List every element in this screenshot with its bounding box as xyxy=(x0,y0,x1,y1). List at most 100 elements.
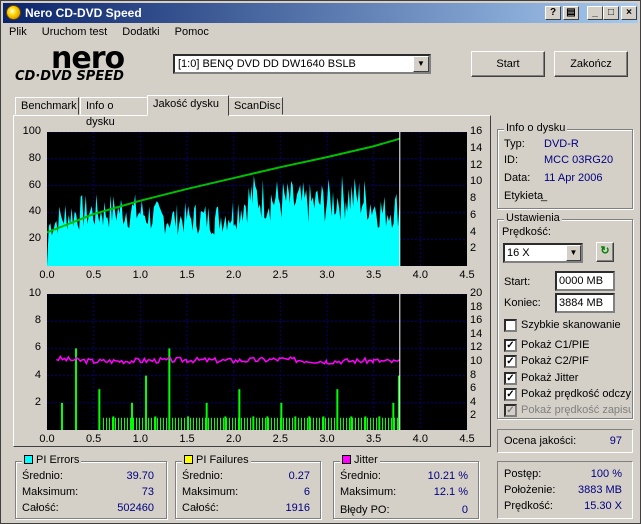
pi-failure-bar xyxy=(361,417,362,430)
minimize-button[interactable]: _ xyxy=(587,6,603,20)
dropdown-arrow-icon[interactable]: ▼ xyxy=(413,56,429,72)
pi-failure-bar xyxy=(355,417,356,430)
pi-failure-bar xyxy=(271,417,272,430)
pi-failure-bar xyxy=(322,417,323,430)
pi-failure-bar xyxy=(280,417,281,430)
quality-score-box: Ocena jakości: 97 xyxy=(497,429,633,453)
quick-scan-checkbox[interactable] xyxy=(504,319,517,332)
pi-failure-bar xyxy=(346,417,347,430)
pi-failure-bar xyxy=(250,417,251,430)
close-window-button[interactable]: × xyxy=(621,6,637,20)
show-c1-pie-checkbox[interactable]: ✓ xyxy=(504,339,517,352)
jitter-stats-header: Jitter xyxy=(340,454,380,466)
pi-failure-bar xyxy=(286,417,287,430)
pi-failure-bar xyxy=(367,417,368,430)
pi-failure-bar xyxy=(136,417,137,430)
speed-select[interactable]: 16 X ▼ xyxy=(503,243,583,263)
end-mb-input[interactable]: 3884 MB xyxy=(555,293,615,313)
nero-app-icon xyxy=(6,5,21,20)
pi-failures-stats-group: PI Failures Średnio: 0.27 Maksimum: 6 Ca… xyxy=(175,454,321,519)
disc-date-value: 11 Apr 2006 xyxy=(544,172,603,184)
nero-logo: nero CD·DVD SPEED xyxy=(13,41,163,85)
app-window: Nero CD-DVD Speed ? ▤ _ □ × Plik Uruchom… xyxy=(0,0,641,524)
pi-failure-bar xyxy=(238,417,239,430)
disc-label-value: _ xyxy=(541,190,548,202)
pi-failures-chart xyxy=(47,294,467,430)
pi-failure-bar xyxy=(178,417,179,430)
end-label: Koniec: xyxy=(504,297,541,309)
pi-failure-bar xyxy=(145,417,146,430)
pi-failure-bar xyxy=(310,417,311,430)
disc-type-value: DVD-R xyxy=(544,138,579,150)
tab-jakosc-dysku[interactable]: Jakość dysku xyxy=(147,95,229,116)
tab-scandisc[interactable]: ScanDisc xyxy=(228,97,283,115)
pi-failure-bar xyxy=(265,417,266,430)
x-tick-label: 3.0 xyxy=(319,433,335,445)
refresh-icon: ↻ xyxy=(600,245,610,257)
position-label: Położenie: xyxy=(504,484,556,496)
maximize-button[interactable]: □ xyxy=(603,6,619,20)
x-tick-label: 0.0 xyxy=(39,269,55,281)
menu-plik[interactable]: Plik xyxy=(3,24,33,40)
pi-errors-swatch xyxy=(24,455,33,464)
pi-failure-bar xyxy=(157,417,158,430)
x-tick-label: 4.0 xyxy=(412,269,428,281)
pi-failure-bar xyxy=(235,417,236,430)
pi-failure-bar xyxy=(385,417,386,430)
pi-failure-bar xyxy=(190,417,191,430)
y-left-tick-label: 20 xyxy=(28,232,41,245)
speed-dropdown-arrow-icon[interactable]: ▼ xyxy=(566,245,581,261)
pi-failure-bar xyxy=(253,417,254,430)
pi-failure-bar xyxy=(172,417,173,430)
show-c2-pif-checkbox[interactable]: ✓ xyxy=(504,355,517,368)
disc-label-label: Etykieta xyxy=(504,190,544,202)
pi-failure-bar xyxy=(316,417,317,430)
pi-failure-bar xyxy=(184,417,185,430)
y-left-tick-label: 2 xyxy=(34,395,41,408)
show-jitter-checkbox[interactable]: ✓ xyxy=(504,372,517,385)
start-button[interactable]: Start xyxy=(471,51,545,77)
pi-failure-bar xyxy=(199,417,200,430)
pi-failures-total-value: 1916 xyxy=(285,502,310,514)
pi-errors-stats-header: PI Errors xyxy=(22,454,82,466)
pi-failure-bar xyxy=(343,417,344,430)
pi-failure-bar xyxy=(75,348,77,430)
pi-failure-bar xyxy=(352,417,353,430)
y-right-tick-label: 18 xyxy=(470,300,483,313)
jitter-title: Jitter xyxy=(354,454,378,466)
pi-failure-bar xyxy=(301,417,302,430)
drive-select[interactable]: [1:0] BENQ DVD DD DW1640 BSLB ▼ xyxy=(173,54,431,74)
disc-id-value: MCC 03RG20 xyxy=(544,154,614,166)
pi-failure-bar xyxy=(148,417,149,430)
pi-errors-chart xyxy=(47,132,467,266)
disc-info-group: Info o dysku Typ: DVD-R ID: MCC 03RG20 D… xyxy=(497,122,633,209)
tab-info-o-dysku[interactable]: Info o dysku xyxy=(80,97,148,128)
pi-failure-bar xyxy=(328,417,329,430)
y-right-tick-label: 6 xyxy=(470,208,477,221)
refresh-speed-button[interactable]: ↻ xyxy=(596,242,614,262)
pi-failure-bar xyxy=(292,417,293,430)
show-read-speed-checkbox[interactable]: ✓ xyxy=(504,388,517,401)
y-right-tick-label: 6 xyxy=(470,382,477,395)
close-button[interactable]: Zakończ xyxy=(554,51,628,77)
tab-benchmark[interactable]: Benchmark xyxy=(15,97,79,115)
pi-failure-bar xyxy=(382,417,383,430)
x-tick-label: 3.5 xyxy=(366,269,382,281)
menu-uruchom-test[interactable]: Uruchom test xyxy=(36,24,113,40)
start-mb-input[interactable]: 0000 MB xyxy=(555,271,615,291)
pi-failure-bar xyxy=(139,417,140,430)
pi-failure-bar xyxy=(118,417,119,430)
pi-failure-bar xyxy=(106,417,107,430)
pi-failure-bar xyxy=(295,417,296,430)
context-help-button[interactable]: ▤ xyxy=(563,6,579,20)
pi-failure-bar xyxy=(61,402,63,430)
title-bar[interactable]: Nero CD-DVD Speed ? ▤ _ □ × xyxy=(3,3,638,23)
pi-failure-bar xyxy=(358,417,359,430)
help-button[interactable]: ? xyxy=(545,6,561,20)
speed-select-value: 16 X xyxy=(507,247,530,259)
menu-dodatki[interactable]: Dodatki xyxy=(116,24,165,40)
menu-pomoc[interactable]: Pomoc xyxy=(169,24,215,40)
pi-failure-bar xyxy=(142,417,143,430)
show-write-speed-label: Pokaż prędkość zapisu xyxy=(521,404,631,416)
pi-failure-bar xyxy=(202,417,203,430)
